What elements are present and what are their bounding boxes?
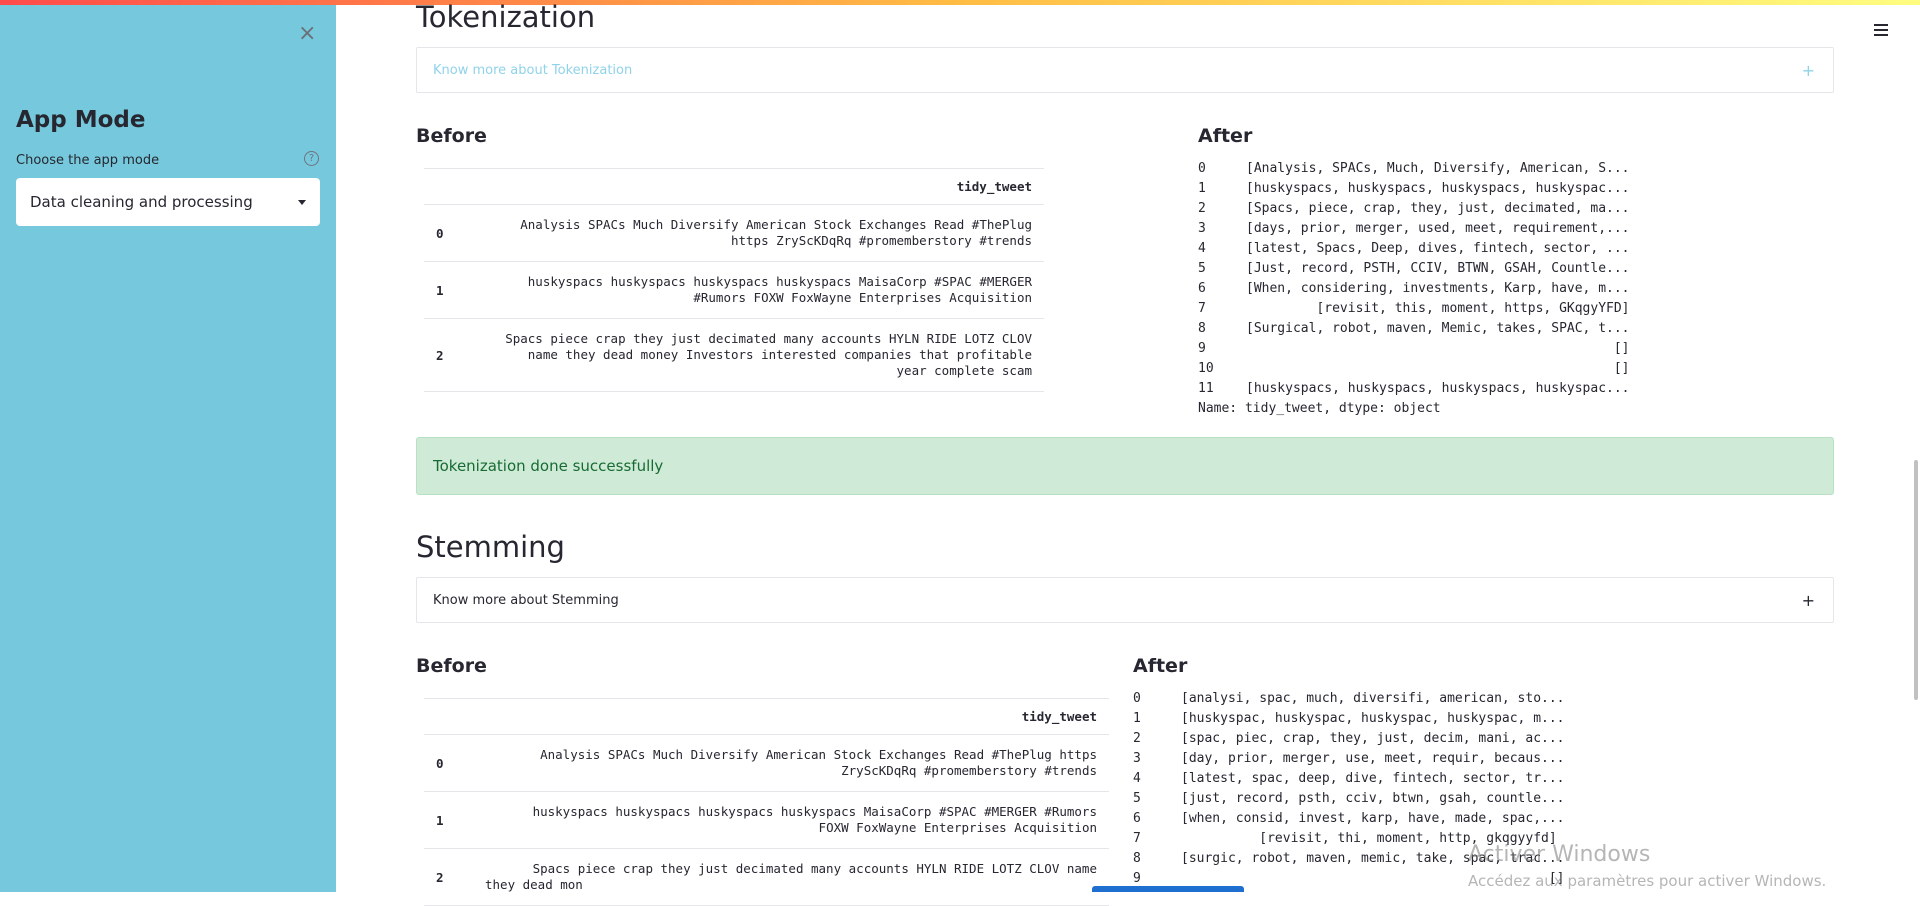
row-value: Analysis SPACs Much Diversify American S… [473, 734, 1109, 792]
after-title: After [1198, 125, 1253, 147]
row-value: Spacs piece crap they just decimated man… [473, 848, 1109, 906]
page-scrollbar[interactable] [1914, 460, 1918, 700]
list-item: 7 [revisit, this, moment, https, GKqgyYF… [1198, 301, 1630, 316]
table-corner [424, 168, 473, 205]
series-after-tokenization: 0 [Analysis, SPACs, Much, Diversify, Amer… [1198, 159, 1630, 419]
windows-activation-watermark-text: Accédez aux paramètres pour activer Wind… [1468, 872, 1827, 890]
help-icon[interactable]: ? [304, 151, 319, 166]
series-footer: Name: tidy_tweet, dtype: object [1198, 401, 1441, 416]
table-column-header: tidy_tweet [473, 168, 1044, 205]
before-title: Before [416, 655, 487, 677]
expander-stemming[interactable]: Know more about Stemming + [416, 577, 1834, 623]
section-title-stemming: Stemming [416, 530, 565, 564]
list-item: 5 [Just, record, PSTH, CCIV, BTWN, GSAH, … [1198, 261, 1630, 276]
list-item: 2 [Spacs, piece, crap, they, just, decima… [1198, 201, 1630, 216]
list-item: 5 [just, record, psth, cciv, btwn, gsah, … [1133, 791, 1565, 806]
plus-icon: + [1801, 590, 1815, 610]
row-value: Analysis SPACs Much Diversify American S… [473, 204, 1044, 262]
list-item: 4 [latest, spac, deep, dive, fintech, sec… [1133, 771, 1565, 786]
expander-label: Know more about Tokenization [433, 62, 633, 78]
bottom-status-bar [1092, 886, 1244, 892]
table-column-header: tidy_tweet [473, 698, 1109, 735]
close-sidebar-icon[interactable]: × [298, 23, 316, 45]
table-row: 2 Spacs piece crap they just decimated m… [424, 848, 1109, 906]
list-item: 10 [] [1198, 361, 1630, 376]
success-message: Tokenization done successfully [433, 457, 664, 475]
table-row: 2 Spacs piece crap they just decimated m… [424, 318, 1044, 392]
list-item: 0 [Analysis, SPACs, Much, Diversify, Amer… [1198, 161, 1630, 176]
row-index: 0 [424, 204, 473, 262]
list-item: 6 [when, consid, invest, karp, have, made… [1133, 811, 1565, 826]
list-item: 9 [] [1198, 341, 1630, 356]
expander-tokenization[interactable]: Know more about Tokenization + [416, 47, 1834, 93]
list-item: 11 [huskyspacs, huskyspacs, huskyspacs, h… [1198, 381, 1630, 396]
row-value: huskyspacs huskyspacs huskyspacs huskysp… [473, 791, 1109, 849]
list-item: 3 [days, prior, merger, used, meet, requi… [1198, 221, 1630, 236]
app-mode-label: Choose the app mode [16, 153, 160, 168]
sidebar-title: App Mode [16, 107, 146, 133]
row-index: 2 [424, 848, 473, 906]
row-index: 2 [424, 318, 473, 392]
dataframe-before-stemming: tidy_tweet 0 Analysis SPACs Much Diversi… [424, 698, 1109, 906]
list-item: 2 [spac, piec, crap, they, just, decim, m… [1133, 731, 1565, 746]
list-item: 4 [latest, Spacs, Deep, dives, fintech, s… [1198, 241, 1630, 256]
app-mode-select-value: Data cleaning and processing [30, 193, 253, 211]
hamburger-menu-icon[interactable] [1874, 24, 1888, 39]
windows-activation-watermark-title: Activer Windows [1468, 842, 1651, 867]
expander-label: Know more about Stemming [433, 592, 619, 608]
table-row: 1 huskyspacs huskyspacs huskyspacs husky… [424, 261, 1044, 319]
table-row: 0 Analysis SPACs Much Diversify American… [424, 734, 1109, 792]
dataframe-before-tokenization: tidy_tweet 0 Analysis SPACs Much Diversi… [424, 168, 1044, 392]
list-item: 8 [Surgical, robot, maven, Memic, takes, … [1198, 321, 1630, 336]
list-item: 0 [analysi, spac, much, diversifi, americ… [1133, 691, 1565, 706]
app-mode-select[interactable]: Data cleaning and processing [16, 178, 320, 226]
sidebar: × App Mode Choose the app mode ? Data cl… [0, 5, 336, 892]
list-item: 1 [huskyspacs, huskyspacs, huskyspacs, hu… [1198, 181, 1630, 196]
list-item: 3 [day, prior, merger, use, meet, requir,… [1133, 751, 1565, 766]
section-title-tokenization: Tokenization [416, 0, 596, 34]
row-index: 0 [424, 734, 473, 792]
row-index: 1 [424, 791, 473, 849]
before-title: Before [416, 125, 487, 147]
row-value: Spacs piece crap they just decimated man… [473, 318, 1044, 392]
row-index: 1 [424, 261, 473, 319]
row-value: huskyspacs huskyspacs huskyspacs huskysp… [473, 261, 1044, 319]
table-row: 0 Analysis SPACs Much Diversify American… [424, 204, 1044, 262]
table-row: 1 huskyspacs huskyspacs huskyspacs husky… [424, 791, 1109, 849]
list-item: 1 [huskyspac, huskyspac, huskyspac, husky… [1133, 711, 1565, 726]
chevron-down-icon [298, 199, 306, 205]
plus-icon: + [1801, 60, 1815, 80]
list-item: 6 [When, considering, investments, Karp, … [1198, 281, 1630, 296]
after-title: After [1133, 655, 1188, 677]
table-corner [424, 698, 473, 735]
success-alert: Tokenization done successfully [416, 437, 1834, 495]
